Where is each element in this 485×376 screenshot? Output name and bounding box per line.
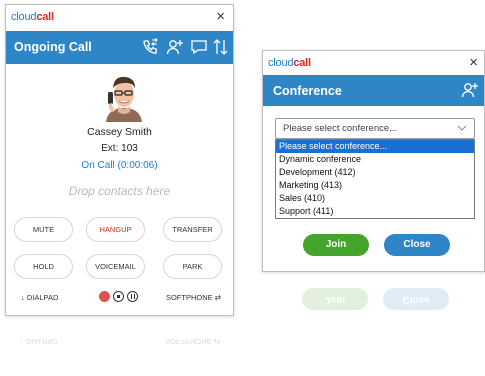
softphone-toggle[interactable]: SOFTPHONE ⇄ (166, 293, 221, 302)
close-button[interactable]: Close (384, 234, 450, 256)
contact-name: Cassey Smith (87, 126, 152, 138)
title-bar: cloudcall × (6, 5, 233, 31)
phone-transfer-icon[interactable] (141, 38, 159, 56)
conference-select-value: Please select conference... (283, 123, 398, 134)
hold-button[interactable]: HOLD (14, 254, 73, 279)
close-icon[interactable]: × (216, 8, 225, 26)
transfer-button[interactable]: TRANSFER (163, 217, 222, 242)
header-bar: Conference (263, 75, 484, 106)
dialpad-toggle[interactable]: ↓ DIALPAD (21, 293, 58, 302)
dropdown-option[interactable]: Development (412) (276, 166, 474, 179)
call-window-reflection: ↓ DIALPAD SOFTPHONE ⇄ (20, 337, 221, 346)
conference-dropdown-list: Please select conference... Dynamic conf… (275, 139, 475, 219)
title-bar: cloudcall × (263, 51, 484, 75)
conference-window-reflection: Join Close (262, 283, 485, 323)
avatar (106, 76, 142, 122)
cloudcall-logo: cloudcall (11, 11, 54, 23)
dropdown-option[interactable]: Marketing (413) (276, 179, 474, 192)
header-bar: Ongoing Call (6, 31, 233, 64)
chat-icon[interactable] (190, 38, 208, 56)
join-button[interactable]: Join (303, 234, 369, 256)
dropdown-option[interactable]: Sales (410) (276, 192, 474, 205)
page-title: Conference (273, 84, 342, 98)
record-icon[interactable] (99, 291, 110, 302)
dropdown-option[interactable]: Dynamic conference (276, 153, 474, 166)
call-status: On Call (0:00:06) (81, 160, 158, 171)
cloudcall-logo: cloudcall (268, 57, 311, 69)
hangup-button[interactable]: HANGUP (86, 217, 145, 242)
voicemail-button[interactable]: VOICEMAIL (86, 254, 145, 279)
pause-icon[interactable] (127, 291, 138, 302)
mute-button[interactable]: MUTE (14, 217, 73, 242)
bottom-bar: ↓ DIALPAD SOFTPHONE ⇄ (6, 288, 233, 308)
dropdown-option[interactable]: Please select conference... (276, 140, 474, 153)
contact-extension: Ext: 103 (101, 143, 138, 154)
park-button[interactable]: PARK (163, 254, 222, 279)
drop-zone[interactable]: Drop contacts here (6, 184, 233, 198)
stop-icon[interactable] (113, 291, 124, 302)
add-person-icon[interactable] (461, 81, 479, 99)
chevron-down-icon (457, 125, 467, 131)
page-title: Ongoing Call (14, 40, 92, 54)
dropdown-option[interactable]: Support (411) (276, 205, 474, 218)
sort-arrows-icon[interactable] (212, 38, 230, 56)
conference-window: cloudcall × Conference Please select con… (262, 50, 485, 272)
add-person-icon[interactable] (166, 38, 184, 56)
close-icon[interactable]: × (469, 54, 478, 72)
conference-select[interactable]: Please select conference... (275, 118, 475, 139)
ongoing-call-window: cloudcall × Ongoing Call Cassey Smith Ex… (5, 4, 234, 316)
